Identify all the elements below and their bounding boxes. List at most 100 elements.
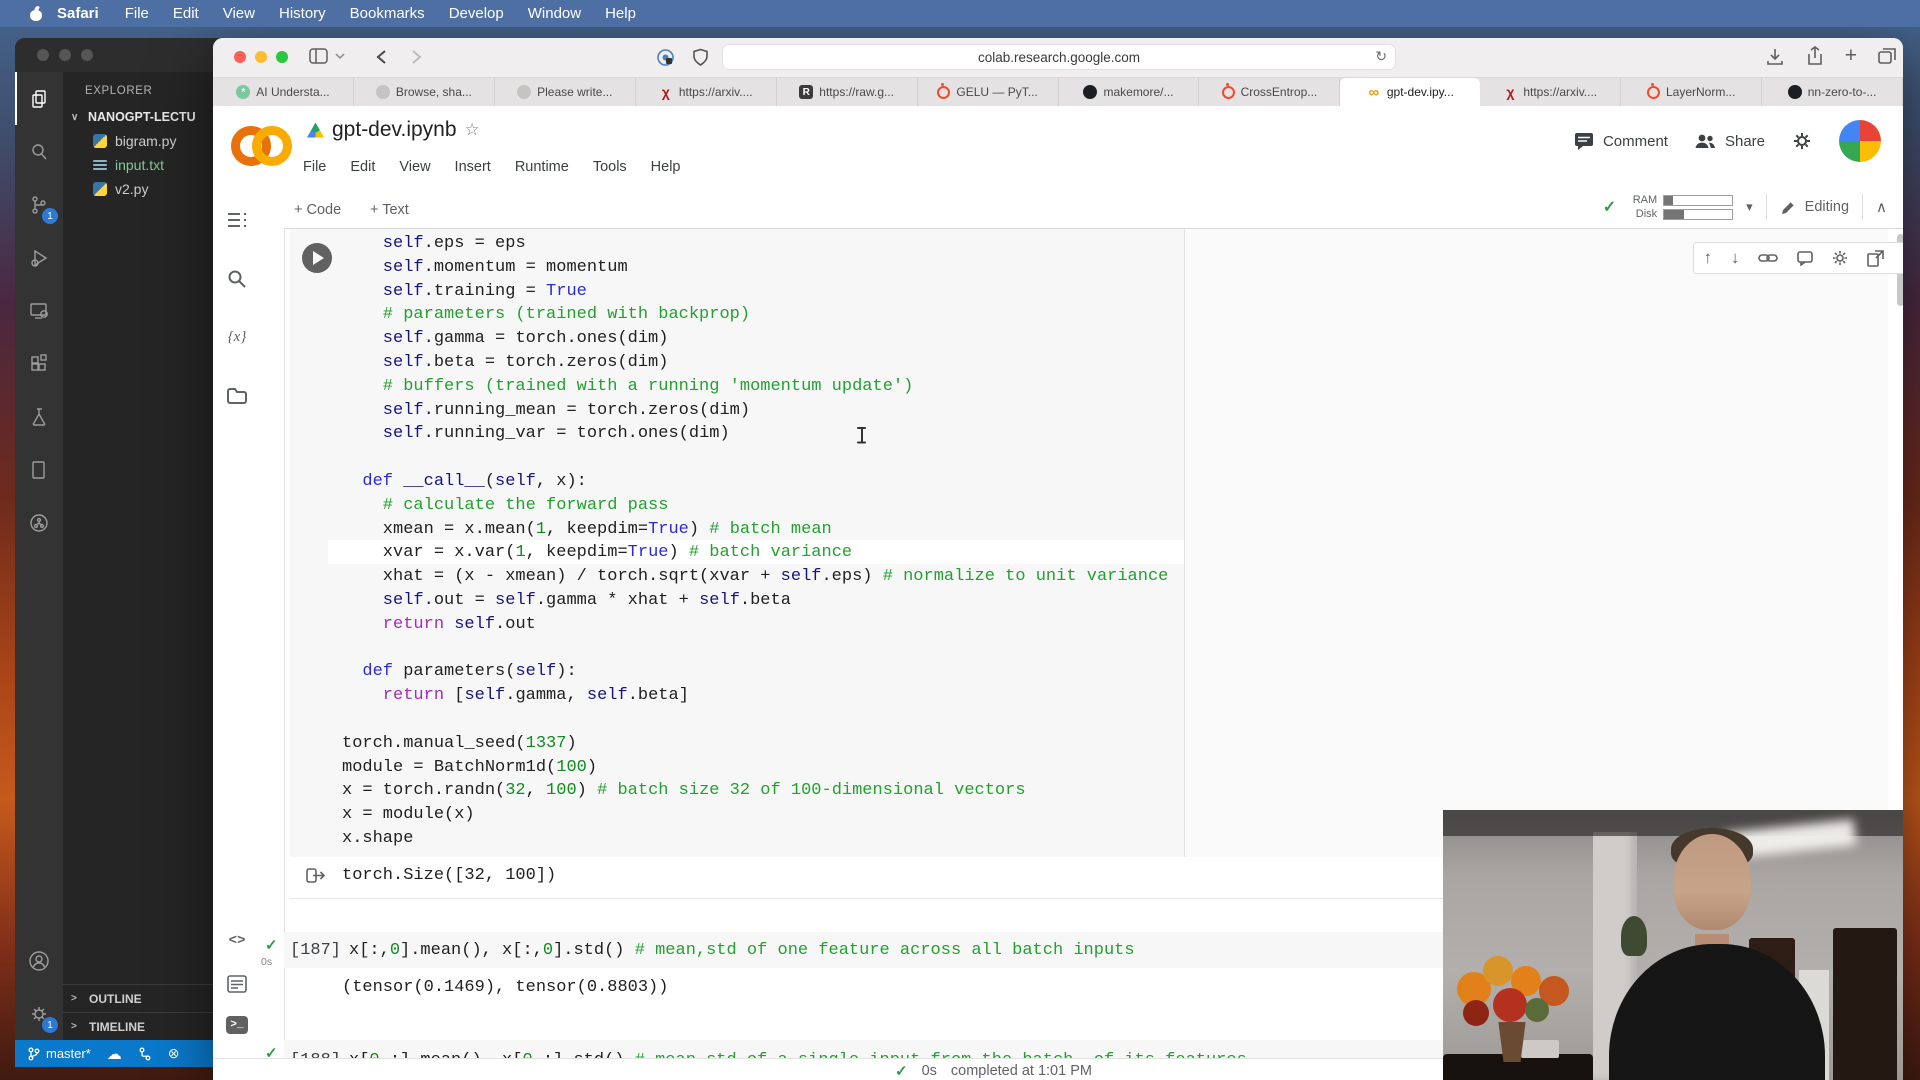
avatar[interactable] (1839, 120, 1881, 162)
move-cell-down-icon[interactable]: ↓ (1731, 248, 1740, 268)
safari-tab[interactable]: ∞ gpt-dev.ipy... (1340, 78, 1481, 106)
people-icon (1695, 134, 1715, 148)
colab-menu-tools[interactable]: Tools (593, 159, 627, 175)
menubar-item-window[interactable]: Window (516, 5, 593, 22)
colab-header: gpt-dev.ipynb ☆ File Edit View Insert Runtim… (213, 106, 1903, 191)
menubar-item-bookmarks[interactable]: Bookmarks (338, 5, 437, 22)
share-icon[interactable] (1806, 46, 1824, 66)
search-icon[interactable] (15, 125, 63, 178)
apple-menu-icon[interactable] (30, 5, 43, 21)
safari-tab[interactable]: Rhttps://raw.g... (777, 78, 918, 106)
colab-logo-icon[interactable] (230, 118, 292, 166)
extensions-icon[interactable] (15, 337, 63, 390)
code-line: torch.manual_seed(1337) (342, 733, 577, 753)
safari-tab[interactable]: * AI Understa... (213, 78, 354, 106)
cell-code-editor[interactable]: self.eps = eps self.momentum = momentum … (342, 232, 1168, 851)
code-line: # buffers (trained with a running 'momen… (342, 376, 914, 396)
open-in-editor-icon[interactable] (1867, 249, 1884, 267)
menubar-item-edit[interactable]: Edit (161, 5, 211, 22)
code-line: xhat = (x - xmean) / torch.sqrt(xvar + s… (342, 567, 1169, 587)
notebook-title[interactable]: gpt-dev.ipynb (332, 118, 457, 142)
run-cell-button[interactable] (302, 243, 332, 273)
editing-mode-button[interactable]: Editing (1780, 199, 1849, 216)
settings-gear-icon[interactable]: 1 (15, 987, 63, 1040)
add-code-button[interactable]: + Code (294, 197, 341, 223)
menubar-item-history[interactable]: History (267, 5, 338, 22)
safari-tab[interactable]: Browse, sha... (354, 78, 495, 106)
safari-tab[interactable]: χ https://arxiv.... (636, 78, 777, 106)
cell-toolbar: ↑ ↓ ⋮ (1693, 242, 1903, 274)
add-text-button[interactable]: + Text (370, 197, 409, 223)
colab-menu-view[interactable]: View (399, 159, 430, 175)
git-graph-icon[interactable] (15, 496, 63, 549)
notebook-icon[interactable] (15, 443, 63, 496)
code-line: return [self.gamma, self.beta] (342, 686, 689, 706)
menubar-item-help[interactable]: Help (593, 5, 648, 22)
extension-aperture-icon[interactable] (656, 48, 675, 67)
downloads-icon[interactable] (1765, 46, 1785, 66)
sidebar-toggle-icon[interactable] (309, 48, 329, 65)
collapse-sections-icon[interactable]: ∧ (1876, 198, 1887, 216)
comment-icon[interactable] (1797, 250, 1813, 266)
resources-dropdown-icon[interactable]: ▾ (1746, 199, 1753, 215)
code-line: return self.out (342, 614, 536, 634)
sync-icon[interactable] (138, 1046, 152, 1062)
explorer-icon[interactable] (15, 72, 63, 125)
safari-tab[interactable]: makemore/... (1059, 78, 1200, 106)
gear-icon[interactable] (1832, 250, 1848, 266)
colab-menu-insert[interactable]: Insert (455, 159, 491, 175)
menubar-item-safari[interactable]: Safari (43, 5, 113, 22)
colab-menu-edit[interactable]: Edit (350, 159, 375, 175)
safari-tab[interactable]: LayerNorm... (1621, 78, 1763, 106)
safari-tab[interactable]: nn-zero-to-... (1762, 78, 1904, 106)
chevron-down-icon[interactable] (335, 52, 345, 60)
tab-title: Browse, sha... (395, 85, 472, 99)
code-cell-main[interactable]: self.eps = eps self.momentum = momentum … (290, 229, 1903, 857)
address-bar[interactable]: colab.research.google.com ↻ (722, 44, 1396, 70)
colab-menu-runtime[interactable]: Runtime (515, 159, 569, 175)
tab-title: https://arxiv.... (678, 85, 753, 99)
code-line: def parameters(self): (342, 662, 577, 682)
macos-menubar: Safari File Edit View History Bookmarks Develo… (0, 0, 1920, 27)
menubar-item-view[interactable]: View (211, 5, 267, 22)
source-control-icon[interactable]: 1 (15, 178, 63, 231)
safari-tab[interactable]: GELU — PyT... (918, 78, 1059, 106)
resource-meter[interactable]: RAM Disk (1629, 194, 1734, 220)
settings-gear-icon[interactable] (1791, 130, 1813, 152)
share-button[interactable]: Share (1694, 132, 1765, 150)
status-check-icon: ✓ (895, 1062, 908, 1080)
refresh-icon[interactable]: ↻ (1375, 48, 1387, 65)
testing-icon[interactable] (15, 390, 63, 443)
git-branch-status[interactable]: master* (27, 1046, 91, 1062)
vscode-minimize-button[interactable] (59, 49, 71, 61)
cell-code[interactable]: x[:,0].mean(), x[:,0].std() # mean,std o… (341, 941, 1135, 960)
vscode-close-button[interactable] (37, 49, 49, 61)
cloud-upload-icon[interactable]: ☁ (107, 1045, 122, 1063)
safari-tab[interactable]: χ https://arxiv.... (1480, 78, 1622, 106)
tab-title: CrossEntrop... (1240, 85, 1318, 99)
remote-explorer-icon[interactable] (15, 284, 63, 337)
forward-icon[interactable] (411, 49, 423, 65)
menubar-item-develop[interactable]: Develop (437, 5, 516, 22)
link-icon[interactable] (1758, 252, 1778, 264)
fullscreen-button[interactable] (276, 51, 288, 63)
extension-shield-icon[interactable] (692, 48, 709, 67)
accounts-icon[interactable] (15, 934, 63, 987)
tab-overview-icon[interactable] (1878, 47, 1897, 65)
errors-icon[interactable]: ⊗ (168, 1045, 180, 1062)
star-icon[interactable]: ☆ (465, 120, 480, 140)
run-debug-icon[interactable] (15, 231, 63, 284)
vscode-zoom-button[interactable] (81, 49, 93, 61)
menubar-item-file[interactable]: File (113, 5, 161, 22)
text-cursor-pointer (857, 427, 866, 445)
move-cell-up-icon[interactable]: ↑ (1703, 248, 1712, 268)
new-tab-icon[interactable]: + (1845, 45, 1857, 66)
safari-tab[interactable]: CrossEntrop... (1199, 78, 1341, 106)
colab-menu-file[interactable]: File (303, 159, 326, 175)
colab-menu-help[interactable]: Help (651, 159, 681, 175)
minimize-button[interactable] (255, 51, 267, 63)
back-icon[interactable] (375, 49, 387, 65)
comment-button[interactable]: Comment (1574, 132, 1668, 151)
close-button[interactable] (234, 51, 246, 63)
safari-tab[interactable]: Please write... (495, 78, 636, 106)
